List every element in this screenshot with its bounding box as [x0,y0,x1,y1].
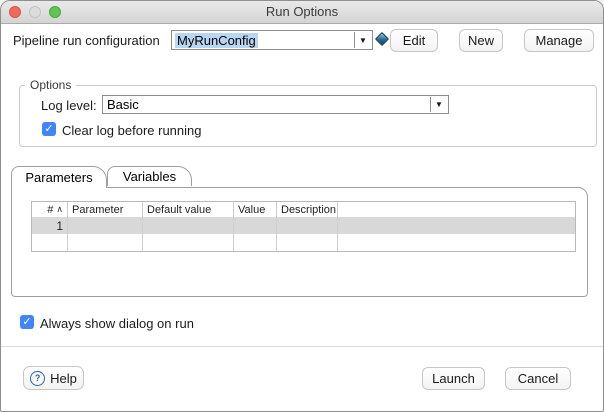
tab-variables[interactable]: Variables [107,166,192,186]
cell-filler [337,217,575,234]
column-header-number-label: # [47,204,53,216]
checkmark-icon: ✓ [22,315,31,329]
cancel-button[interactable]: Cancel [505,367,571,390]
column-header-default-value[interactable]: Default value [142,202,233,217]
cell-value [233,217,276,234]
column-header-description[interactable]: Description [276,202,337,217]
log-level-label: Log level: [41,98,97,113]
sort-ascending-icon: ∧ [56,204,63,215]
table-header-row: # ∧ Parameter Default value Value Descri… [32,202,575,217]
table-row[interactable] [32,234,575,251]
tab-parameters[interactable]: Parameters [11,166,107,188]
cell-parameter [67,217,142,234]
manage-button[interactable]: Manage [524,29,594,52]
table-row-selected[interactable]: 1 [32,217,575,234]
new-button[interactable]: New [459,29,503,52]
column-header-filler [337,202,575,217]
cell-value [233,234,276,251]
column-header-number[interactable]: # ∧ [32,202,67,217]
launch-button[interactable]: Launch [422,367,485,390]
help-icon: ? [30,371,45,386]
help-button[interactable]: ? Help [23,366,84,390]
column-header-value[interactable]: Value [233,202,276,217]
modified-indicator-icon [375,32,389,46]
edit-button[interactable]: Edit [390,29,438,52]
pipeline-config-label: Pipeline run configuration [13,33,160,48]
cell-description [276,234,337,251]
cell-number [32,234,67,251]
chevron-down-icon[interactable]: ▼ [430,97,447,112]
window-title: Run Options [1,4,603,19]
always-show-dialog-checkbox[interactable]: ✓ [20,315,34,329]
titlebar: Run Options [1,1,603,24]
cell-description [276,217,337,234]
column-header-parameter[interactable]: Parameter [67,202,142,217]
cell-number: 1 [32,217,67,234]
parameters-table: # ∧ Parameter Default value Value Descri… [31,201,576,252]
checkmark-icon: ✓ [44,122,53,136]
always-show-dialog-label: Always show dialog on run [40,316,194,331]
cell-default-value [142,234,233,251]
chevron-down-icon[interactable]: ▼ [354,32,371,48]
cell-parameter [67,234,142,251]
run-config-combobox[interactable]: MyRunConfig ▼ [171,30,373,50]
log-level-value: Basic [103,97,139,112]
clear-log-label: Clear log before running [62,123,201,138]
run-config-value: MyRunConfig [175,33,258,48]
options-group-title: Options [25,78,76,92]
help-button-label: Help [50,371,77,386]
clear-log-checkbox[interactable]: ✓ [42,122,56,136]
log-level-combobox[interactable]: Basic ▼ [102,95,449,114]
cell-default-value [142,217,233,234]
footer-separator [1,346,603,347]
cell-filler [337,234,575,251]
run-options-dialog: Run Options Pipeline run configuration M… [0,0,604,412]
